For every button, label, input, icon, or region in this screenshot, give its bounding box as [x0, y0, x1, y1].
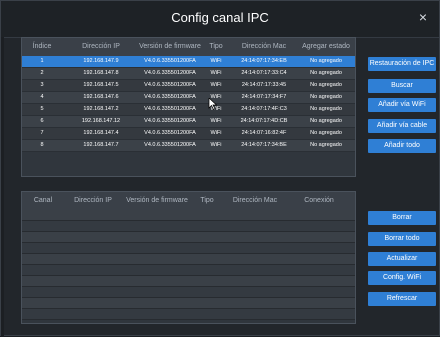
- empty-table-row[interactable]: [22, 243, 355, 254]
- row-status: No agregado: [310, 142, 342, 148]
- empty-table-row[interactable]: [22, 210, 355, 221]
- row-type: WiFi: [210, 82, 222, 88]
- header-status: Agregar estado: [302, 43, 350, 50]
- table-row[interactable]: 8 192.168.147.7 V4.0.6.335501200FA WiFi 24:1…: [22, 140, 355, 152]
- discovered-table-header: Índice Dirección IP Versión de firmware …: [22, 38, 355, 56]
- delete-all-button[interactable]: Borrar todo: [368, 232, 436, 246]
- header-channel: Canal: [33, 197, 53, 204]
- refresh-button[interactable]: Refrescar: [368, 292, 436, 306]
- row-index: 2: [40, 70, 44, 76]
- row-mac: 24:14:07:17:33:45: [241, 82, 287, 88]
- row-type: WiFi: [210, 130, 222, 136]
- row-mac: 24:14:07:17:33:C4: [241, 70, 287, 76]
- row-ip: 192.168.147.4: [83, 130, 119, 136]
- row-mac: 24:14:07:17:34:EB: [241, 58, 287, 64]
- header-type: Tipo: [209, 43, 223, 50]
- row-status: No agregado: [310, 118, 342, 124]
- row-mac: 24:14:07:17:4F:C3: [241, 106, 287, 112]
- row-status: No agregado: [310, 58, 342, 64]
- header-ip: Dirección IP: [74, 197, 112, 204]
- added-channels-table: Canal Dirección IP Versión de firmware T…: [21, 191, 356, 324]
- row-index: 1: [40, 58, 44, 64]
- header-index: Índice: [32, 43, 52, 50]
- wifi-config-button[interactable]: Config. WiFi: [368, 271, 436, 285]
- header-firmware: Versión de firmware: [139, 43, 201, 50]
- row-index: 5: [40, 106, 44, 112]
- empty-table-row[interactable]: [22, 276, 355, 287]
- row-index: 3: [40, 82, 44, 88]
- row-index: 7: [40, 130, 44, 136]
- row-ip: 192.168.147.12: [81, 118, 121, 124]
- row-status: No agregado: [310, 82, 342, 88]
- header-ip: Dirección IP: [82, 43, 120, 50]
- add-via-cable-button[interactable]: Añadir vía cable: [368, 119, 436, 133]
- empty-table-row[interactable]: [22, 265, 355, 276]
- row-ip: 192.168.147.8: [83, 70, 119, 76]
- header-type: Tipo: [200, 197, 214, 204]
- channels-table-header: Canal Dirección IP Versión de firmware T…: [22, 192, 355, 210]
- empty-table-row[interactable]: [22, 298, 355, 309]
- row-status: No agregado: [310, 106, 342, 112]
- table-row[interactable]: 3 192.168.147.5 V4.0.6.335501200FA WiFi 24:1…: [22, 80, 355, 92]
- discovered-table-body: 1 192.168.147.9 V4.0.6.335501200FA WiFi 24:1…: [22, 56, 355, 152]
- add-all-button[interactable]: Añadir todo: [368, 139, 436, 153]
- row-type: WiFi: [210, 142, 222, 148]
- row-ip: 192.168.147.2: [83, 106, 119, 112]
- row-index: 8: [40, 142, 44, 148]
- channels-table-body: [22, 210, 355, 320]
- table-row[interactable]: 5 192.168.147.2 V4.0.6.335501200FA WiFi 24:1…: [22, 104, 355, 116]
- empty-table-row[interactable]: [22, 232, 355, 243]
- row-status: No agregado: [310, 94, 342, 100]
- header-mac: Dirección Mac: [232, 197, 278, 204]
- row-type: WiFi: [210, 118, 222, 124]
- table-row[interactable]: 4 192.168.147.6 V4.0.6.335501200FA WiFi 24:1…: [22, 92, 355, 104]
- row-firmware: V4.0.6.335501200FA: [144, 94, 196, 100]
- row-firmware: V4.0.6.335501200FA: [144, 82, 196, 88]
- row-firmware: V4.0.6.335501200FA: [144, 106, 196, 112]
- row-ip: 192.168.147.9: [83, 58, 119, 64]
- row-index: 6: [40, 118, 44, 124]
- table-row[interactable]: 2 192.168.147.8 V4.0.6.335501200FA WiFi 24:1…: [22, 68, 355, 80]
- row-firmware: V4.0.6.335501200FA: [144, 70, 196, 76]
- empty-table-row[interactable]: [22, 287, 355, 298]
- row-type: WiFi: [210, 58, 222, 64]
- row-ip: 192.168.147.7: [83, 142, 119, 148]
- row-status: No agregado: [310, 70, 342, 76]
- row-mac: 24:14:07:16:82:4F: [241, 130, 287, 136]
- title-bar: Config canal IPC ×: [1, 1, 439, 38]
- row-firmware: V4.0.6.335501200FA: [144, 142, 196, 148]
- row-mac: 24:14:07:17:34:BE: [241, 142, 287, 148]
- empty-table-row[interactable]: [22, 254, 355, 265]
- header-mac: Dirección Mac: [241, 43, 287, 50]
- row-mac: 24:14:07:17:4D:CB: [240, 118, 288, 124]
- left-edge-strip: [1, 37, 4, 337]
- header-connection: Conexión: [304, 197, 334, 204]
- header-firmware: Versión de firmware: [126, 197, 188, 204]
- dialog-title: Config canal IPC: [171, 10, 269, 25]
- table-row[interactable]: 1 192.168.147.9 V4.0.6.335501200FA WiFi 24:1…: [22, 56, 355, 68]
- add-via-wifi-button[interactable]: Añadir vía WiFi: [368, 98, 436, 112]
- search-button[interactable]: Buscar: [368, 79, 436, 93]
- row-status: No agregado: [310, 130, 342, 136]
- mouse-pointer-icon: [208, 98, 218, 110]
- row-firmware: V4.0.6.335501200FA: [144, 58, 196, 64]
- row-ip: 192.168.147.5: [83, 82, 119, 88]
- table-row[interactable]: 6 192.168.147.12 V4.0.6.335501200FA WiFi 24:…: [22, 116, 355, 128]
- close-icon[interactable]: ×: [415, 9, 431, 25]
- empty-table-row[interactable]: [22, 221, 355, 232]
- row-firmware: V4.0.6.335501200FA: [144, 118, 196, 124]
- discovered-devices-table: Índice Dirección IP Versión de firmware …: [21, 37, 356, 177]
- delete-button[interactable]: Borrar: [368, 211, 436, 225]
- empty-table-row[interactable]: [22, 309, 355, 320]
- ipc-channel-config-dialog: Config canal IPC × Índice Dirección IP V…: [0, 0, 440, 337]
- row-ip: 192.168.147.6: [83, 94, 119, 100]
- row-type: WiFi: [210, 70, 222, 76]
- table-row[interactable]: 7 192.168.147.4 V4.0.6.335501200FA WiFi 24:1…: [22, 128, 355, 140]
- update-button[interactable]: Actualizar: [368, 252, 436, 266]
- row-firmware: V4.0.6.335501200FA: [144, 130, 196, 136]
- row-mac: 24:14:07:17:34:F7: [241, 94, 287, 100]
- restore-ipc-button[interactable]: Restauración de IPC: [368, 57, 436, 71]
- row-index: 4: [40, 94, 44, 100]
